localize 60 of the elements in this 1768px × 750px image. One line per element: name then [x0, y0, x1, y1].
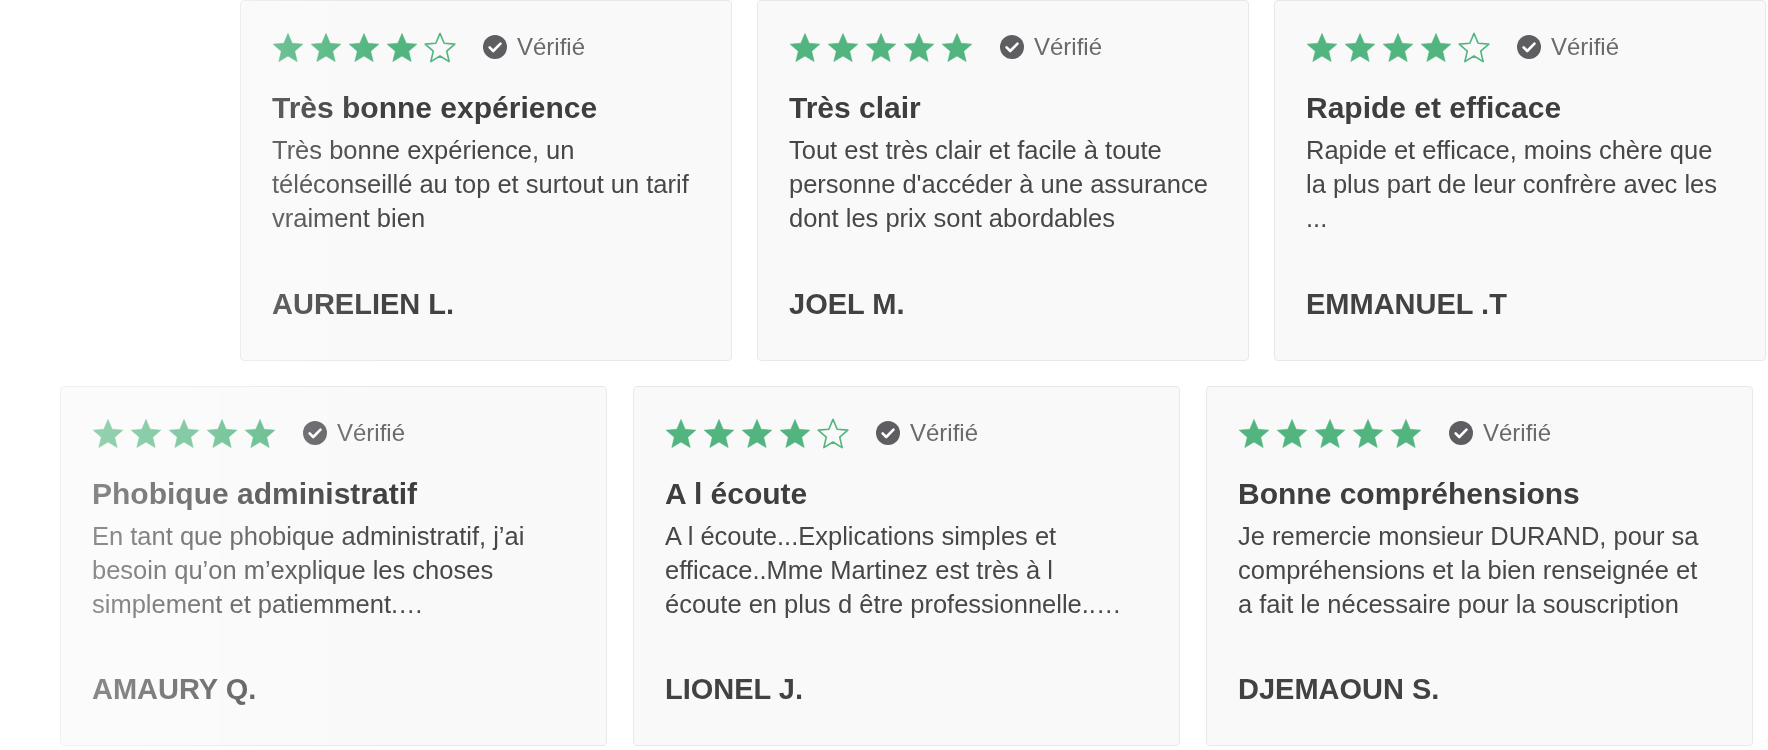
review-text: Je remercie monsieur DURAND, pour sa compréhensions et la bien renseignée et a fait le nécessaire pour la souscription	[1238, 521, 1700, 620]
verified-label: Vérifié	[910, 419, 979, 447]
star-icon	[779, 417, 811, 449]
review-title: Phobique administratif	[92, 476, 419, 512]
star-icon	[903, 31, 935, 63]
star-icon	[92, 417, 124, 449]
reviewer-name: DJEMAOUN S.	[1238, 672, 1441, 707]
review-title: Rapide et efficace	[1306, 90, 1563, 126]
star-icon	[206, 417, 238, 449]
reviewer-name: JOEL M.	[789, 287, 906, 322]
star-icon	[1344, 31, 1376, 63]
reviewer-name: LIONEL J.	[665, 672, 805, 707]
star-outline-icon	[1458, 31, 1490, 63]
star-icon	[703, 417, 735, 449]
star-icon	[1238, 417, 1270, 449]
star-icon	[1306, 31, 1338, 63]
check-circle-icon	[303, 421, 327, 445]
star-icon	[1314, 417, 1346, 449]
star-icon	[865, 31, 897, 63]
star-icon	[310, 31, 342, 63]
star-icon	[348, 31, 380, 63]
reviewer-name: EMMANUEL .T	[1306, 287, 1508, 322]
star-icon	[130, 417, 162, 449]
check-circle-icon	[1517, 35, 1541, 59]
verified-label: Vérifié	[1034, 33, 1103, 61]
check-circle-icon	[483, 35, 507, 59]
review-text: Très bonne expérience, un téléconseillé au top et surtout un tarif vraiment bien	[272, 135, 690, 234]
star-icon	[386, 31, 418, 63]
star-icon	[1382, 31, 1414, 63]
reviewer-name: AURELIEN L.	[272, 287, 456, 322]
review-text: Tout est très clair et facile à toute personne d'accéder à une assurance dont les prix sont abordables	[789, 135, 1209, 234]
star-icon	[665, 417, 697, 449]
review-title: Très bonne expérience	[272, 90, 599, 126]
star-outline-icon	[817, 417, 849, 449]
check-circle-icon	[876, 421, 900, 445]
star-icon	[168, 417, 200, 449]
review-text: En tant que phobique administratif, j’ai besoin qu’on m’explique les choses simplement et patiemment.…	[92, 521, 526, 620]
review-text: Rapide et efficace, moins chère que la plus part de leur confrère avec les ...	[1306, 135, 1719, 234]
review-title: Très clair	[789, 90, 922, 126]
verified-label: Vérifié	[517, 33, 586, 61]
star-outline-icon	[424, 31, 456, 63]
star-icon	[1352, 417, 1384, 449]
review-title: A l écoute	[665, 476, 809, 512]
check-circle-icon	[1000, 35, 1024, 59]
star-icon	[1390, 417, 1422, 449]
check-circle-icon	[1449, 421, 1473, 445]
verified-label: Vérifié	[1551, 33, 1620, 61]
verified-label: Vérifié	[337, 419, 406, 447]
review-title: Bonne compréhensions	[1238, 476, 1581, 512]
verified-label: Vérifié	[1483, 419, 1552, 447]
star-icon	[741, 417, 773, 449]
star-icon	[272, 31, 304, 63]
star-icon	[244, 417, 276, 449]
review-text: A l écoute...Explications simples et efficace..Mme Martinez est très à l écoute en plus d être professionnelle..…	[665, 521, 1123, 620]
star-icon	[1420, 31, 1452, 63]
star-icon	[1276, 417, 1308, 449]
star-icon	[789, 31, 821, 63]
star-icon	[941, 31, 973, 63]
reviewer-name: AMAURY Q.	[92, 672, 258, 707]
star-icon	[827, 31, 859, 63]
